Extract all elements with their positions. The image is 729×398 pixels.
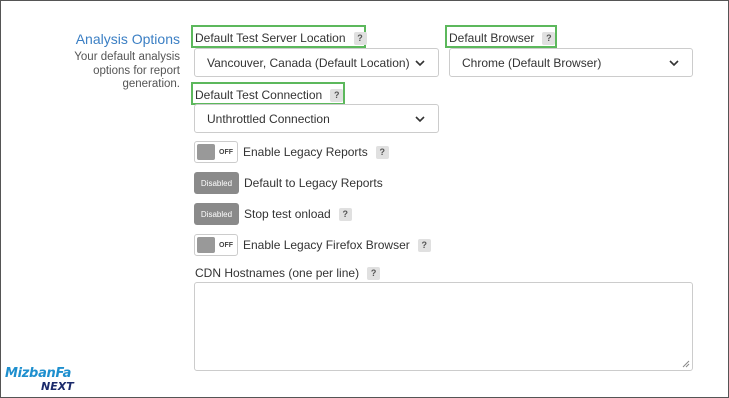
help-icon[interactable]: ? xyxy=(542,31,556,45)
mizbanfa-logo: MizbanFa NEXT xyxy=(5,366,95,396)
cdn-label: CDN Hostnames (one per line) ? xyxy=(195,266,381,280)
cdn-label-text: CDN Hostnames (one per line) xyxy=(195,266,360,280)
toggle-state: OFF xyxy=(219,148,233,156)
server-location-select[interactable]: Vancouver, Canada (Default Location) xyxy=(194,48,439,77)
toggle-state: OFF xyxy=(219,241,233,249)
legacy-firefox-label: Enable Legacy Firefox Browser xyxy=(243,238,410,252)
browser-label: Default Browser ? xyxy=(449,31,556,45)
section-description: Your default analysis options for report… xyxy=(74,51,180,90)
help-icon[interactable]: ? xyxy=(367,266,381,280)
legacy-firefox-row: OFF Enable Legacy Firefox Browser ? xyxy=(194,233,431,257)
connection-label: Default Test Connection ? xyxy=(195,88,344,102)
chevron-down-icon xyxy=(415,115,425,122)
browser-value: Chrome (Default Browser) xyxy=(462,55,602,70)
legacy-reports-toggle[interactable]: OFF xyxy=(194,141,238,163)
help-icon[interactable]: ? xyxy=(375,145,389,159)
chevron-down-icon xyxy=(415,59,425,66)
server-location-label: Default Test Server Location ? xyxy=(195,31,367,45)
server-location-label-text: Default Test Server Location xyxy=(195,31,346,45)
default-legacy-toggle: Disabled xyxy=(194,172,239,194)
stop-onload-label: Stop test onload xyxy=(244,207,331,221)
logo-sub-text: NEXT xyxy=(41,380,74,393)
legacy-firefox-toggle[interactable]: OFF xyxy=(194,234,238,256)
browser-label-text: Default Browser xyxy=(449,31,535,45)
chevron-down-icon xyxy=(669,59,679,66)
section-title: Analysis Options xyxy=(75,31,180,47)
stop-onload-row: Disabled Stop test onload ? xyxy=(194,202,352,226)
resize-grip-icon[interactable] xyxy=(682,360,690,368)
help-icon[interactable]: ? xyxy=(330,88,344,102)
help-icon[interactable]: ? xyxy=(353,31,367,45)
logo-main-text: MizbanFa xyxy=(5,366,72,381)
server-location-value: Vancouver, Canada (Default Location) xyxy=(207,55,410,70)
connection-value: Unthrottled Connection xyxy=(207,111,330,126)
browser-select[interactable]: Chrome (Default Browser) xyxy=(449,48,693,77)
legacy-reports-row: OFF Enable Legacy Reports ? xyxy=(194,140,389,164)
toggle-knob xyxy=(197,144,215,160)
stop-onload-toggle: Disabled xyxy=(194,203,239,225)
connection-select[interactable]: Unthrottled Connection xyxy=(194,104,439,133)
default-legacy-label: Default to Legacy Reports xyxy=(244,176,383,190)
legacy-reports-label: Enable Legacy Reports xyxy=(243,145,368,159)
toggle-knob xyxy=(197,237,215,253)
connection-label-text: Default Test Connection xyxy=(195,88,323,102)
help-icon[interactable]: ? xyxy=(417,238,431,252)
cdn-hostnames-textarea[interactable] xyxy=(194,282,693,371)
default-legacy-row: Disabled Default to Legacy Reports xyxy=(194,171,383,195)
help-icon[interactable]: ? xyxy=(338,207,352,221)
